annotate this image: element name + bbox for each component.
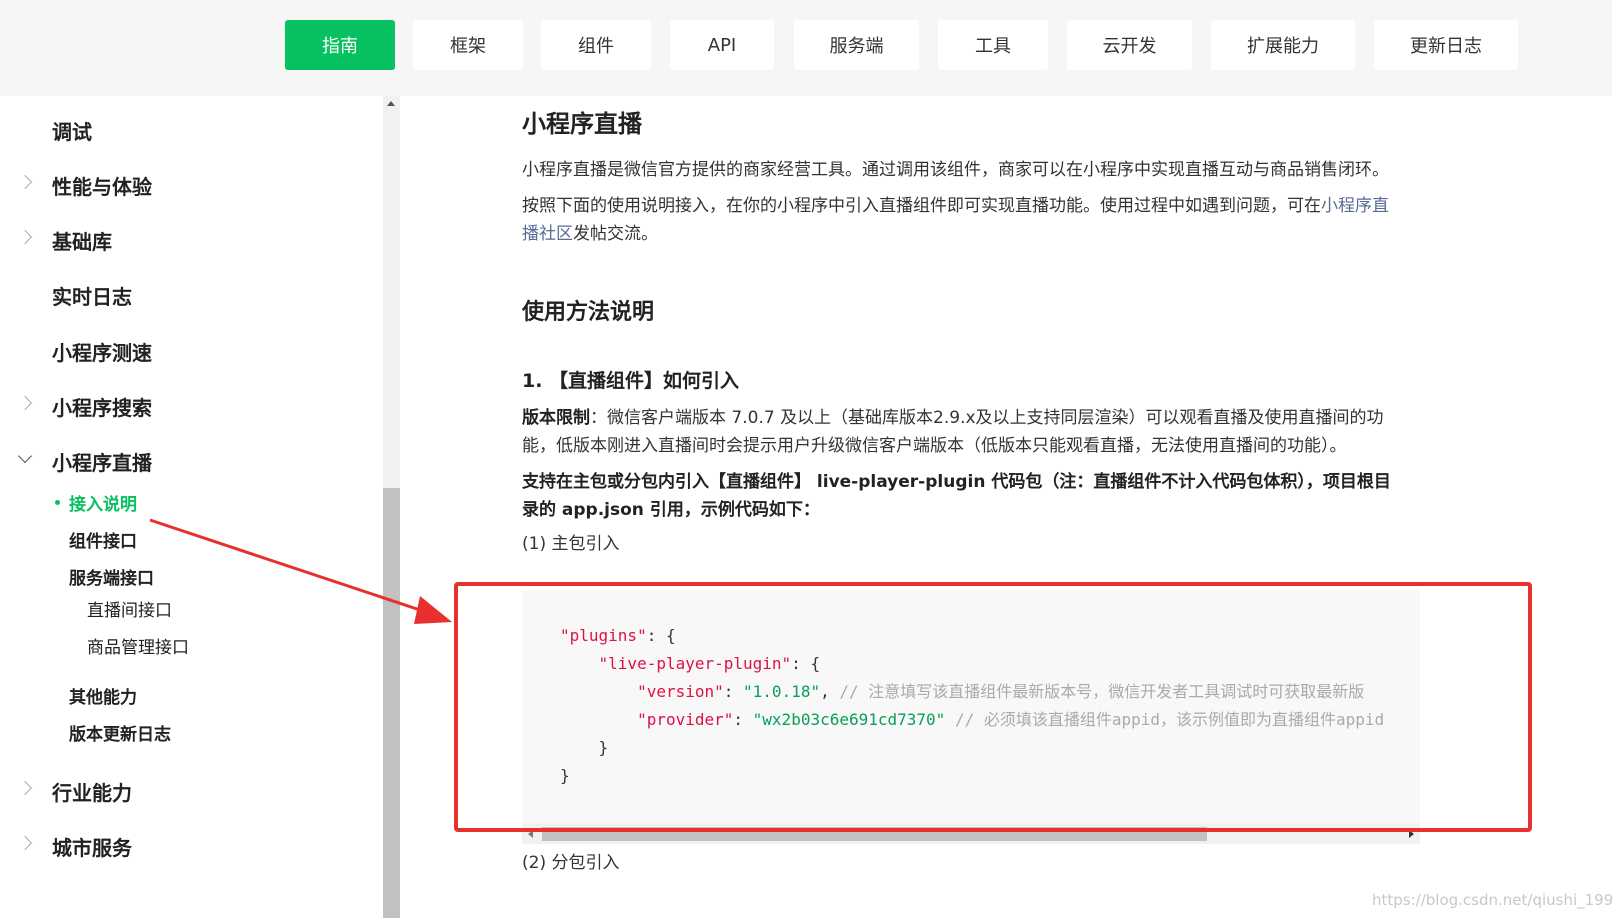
community-link[interactable]: 小程序直: [1321, 196, 1389, 216]
sidebar-subsub-room-api[interactable]: 直播间接口: [87, 596, 172, 621]
subsection-heading: 1. 【直播组件】如何引入: [522, 370, 740, 392]
tab-changelog[interactable]: 更新日志: [1374, 20, 1518, 70]
sidebar-item-realtime-log[interactable]: 实时日志: [52, 281, 132, 310]
sidebar-item-live[interactable]: 小程序直播: [52, 447, 152, 476]
tab-extensions[interactable]: 扩展能力: [1211, 20, 1355, 70]
intro-paragraph: 小程序直播是微信官方提供的商家经营工具。通过调用该组件，商家可以在小程序中实现直…: [522, 160, 1389, 180]
sidebar-item-search[interactable]: 小程序搜索: [52, 392, 152, 421]
sidebar-sub-integration[interactable]: 接入说明: [69, 490, 137, 515]
version-text-2: 能，低版本刚进入直播间时会提示用户升级微信客户端版本（低版本只能观看直播，无法使…: [522, 436, 1347, 456]
sidebar-item-speed-test[interactable]: 小程序测速: [52, 337, 152, 366]
sidebar-scrollbar[interactable]: [383, 96, 400, 918]
chevron-right-icon[interactable]: [17, 229, 33, 245]
sidebar-item-base-library[interactable]: 基础库: [52, 226, 112, 255]
sidebar-sub-server-api[interactable]: 服务端接口: [69, 564, 154, 589]
active-dot-icon: [55, 500, 60, 505]
main-package-label: (1) 主包引入: [522, 534, 620, 554]
page-title: 小程序直播: [522, 110, 642, 138]
tab-framework[interactable]: 框架: [413, 20, 523, 70]
chevron-right-icon[interactable]: [17, 835, 33, 851]
support-text-2: 录的 app.json 引用，示例代码如下：: [522, 500, 820, 520]
sidebar: 调试 性能与体验 基础库 实时日志 小程序测速 小程序搜索 小程序直播 接入说明…: [0, 96, 400, 918]
tab-cloud[interactable]: 云开发: [1067, 20, 1192, 70]
sidebar-item-industry[interactable]: 行业能力: [52, 777, 132, 806]
sidebar-sub-component-api[interactable]: 组件接口: [69, 527, 137, 552]
version-text: ：微信客户端版本 7.0.7 及以上（基础库版本2.9.x及以上支持同层渲染）可…: [590, 408, 1384, 428]
sidebar-item-city[interactable]: 城市服务: [52, 832, 132, 861]
chevron-right-icon[interactable]: [17, 395, 33, 411]
chevron-right-icon[interactable]: [17, 174, 33, 190]
usage-text: 按照下面的使用说明接入，在你的小程序中引入直播组件即可实现直播功能。使用过程中如…: [522, 196, 1321, 216]
highlight-box: [454, 582, 1532, 832]
version-paragraph: 版本限制：微信客户端版本 7.0.7 及以上（基础库版本2.9.x及以上支持同层…: [522, 404, 1384, 460]
sidebar-sub-version-log[interactable]: 版本更新日志: [69, 720, 171, 745]
sidebar-sub-other[interactable]: 其他能力: [69, 683, 137, 708]
chevron-right-icon[interactable]: [17, 780, 33, 796]
sidebar-item-debug[interactable]: 调试: [52, 116, 92, 145]
version-label: 版本限制: [522, 408, 590, 428]
scroll-up-icon[interactable]: [387, 101, 395, 106]
scroll-thumb[interactable]: [383, 488, 400, 918]
support-text: 支持在主包或分包内引入【直播组件】 live-player-plugin 代码包…: [522, 472, 1391, 492]
tab-guide[interactable]: 指南: [285, 20, 395, 70]
usage-text-end: 发帖交流。: [573, 224, 658, 244]
tab-components[interactable]: 组件: [541, 20, 651, 70]
community-link-cont[interactable]: 播社区: [522, 224, 573, 244]
usage-paragraph: 按照下面的使用说明接入，在你的小程序中引入直播组件即可实现直播功能。使用过程中如…: [522, 192, 1402, 248]
tab-api[interactable]: API: [670, 20, 774, 70]
sidebar-menu: 调试 性能与体验 基础库 实时日志 小程序测速 小程序搜索 小程序直播 接入说明…: [0, 96, 383, 918]
tab-tools[interactable]: 工具: [938, 20, 1048, 70]
tab-server[interactable]: 服务端: [794, 20, 919, 70]
support-paragraph: 支持在主包或分包内引入【直播组件】 live-player-plugin 代码包…: [522, 468, 1391, 524]
top-nav: 指南 框架 组件 API 服务端 工具 云开发 扩展能力 更新日志: [0, 0, 1612, 96]
chevron-down-icon[interactable]: [17, 448, 33, 464]
sub-package-label: (2) 分包引入: [522, 853, 620, 873]
sidebar-subsub-goods-api[interactable]: 商品管理接口: [87, 633, 189, 658]
watermark: https://blog.csdn.net/qiushi_1990: [1372, 891, 1612, 909]
section-heading: 使用方法说明: [522, 300, 655, 325]
sidebar-item-performance[interactable]: 性能与体验: [52, 171, 152, 200]
